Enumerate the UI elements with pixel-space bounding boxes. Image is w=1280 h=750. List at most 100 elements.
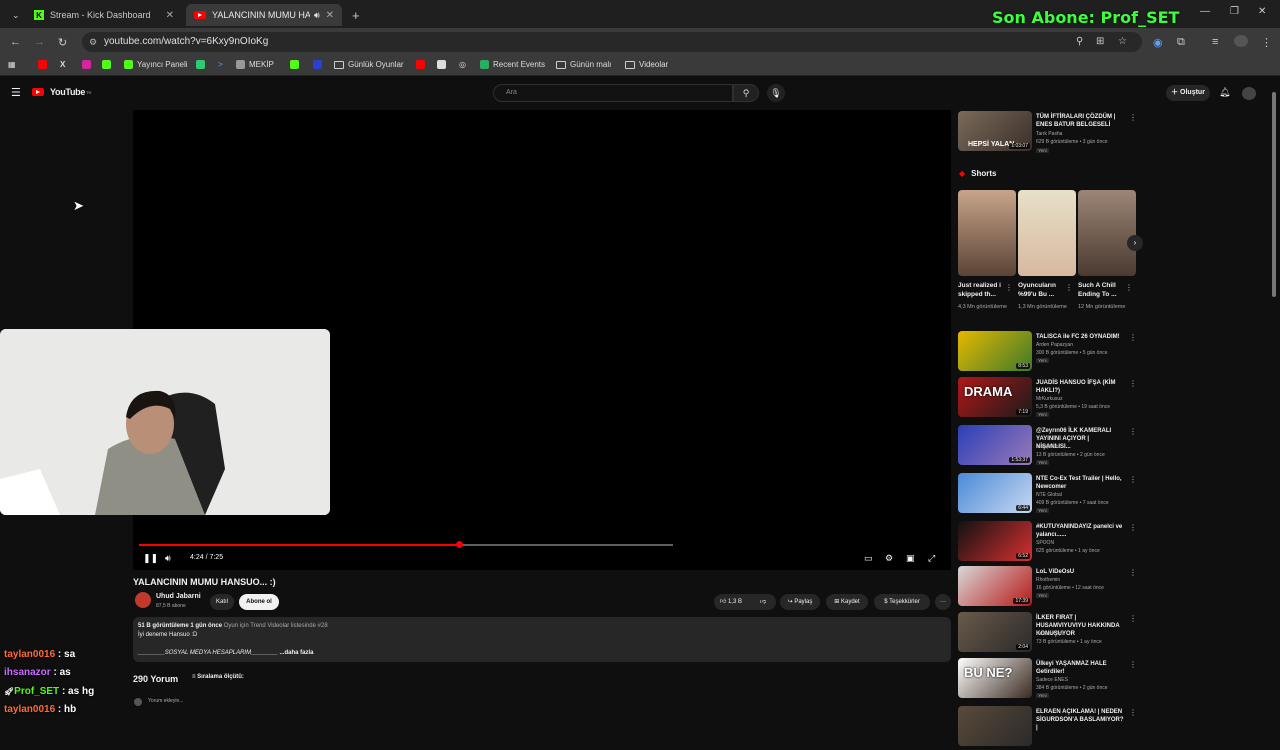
video-title[interactable]: JUADİS HANSUO İFŞA (KİM HAKLI?) — [1036, 379, 1124, 395]
channel-avatar[interactable] — [135, 592, 151, 608]
url-field[interactable]: ⚙ youtube.com/watch?v=6Kxy9nOIoKg ⚲ ⊞ ☆ — [82, 32, 1142, 52]
recommended-video[interactable]: 6:44 NTE Co-Ex Test Trailer | Hello, Newc… — [958, 473, 1137, 517]
more-vertical-icon[interactable]: ⋮ — [1129, 568, 1137, 577]
apps-grid-icon[interactable]: ▦ — [8, 60, 16, 69]
miniplayer-button[interactable]: ▣ — [906, 553, 915, 564]
recommended-video[interactable]: 6:52 #KUTUYANINDAYIZ panelci ve yalancı..… — [958, 521, 1137, 565]
more-vertical-icon[interactable]: ⋮ — [1129, 475, 1137, 484]
tab-youtube-video[interactable]: YALANCININ MUMU HANSU 🔊︎ ✕ — [186, 4, 342, 26]
zoom-icon[interactable]: ⚲ — [1076, 32, 1083, 52]
channel-name[interactable]: MrKurkusuz — [1036, 396, 1126, 403]
channel-name[interactable]: Husam Clips — [1036, 631, 1126, 638]
bookmark-kick[interactable] — [102, 60, 115, 69]
extensions-puzzle-icon[interactable]: ⧉ — [1177, 36, 1185, 49]
bookmark-star-icon[interactable]: ☆ — [1118, 32, 1127, 52]
page-scrollbar[interactable] — [1272, 92, 1276, 297]
short-title[interactable]: Just realized i skipped th... — [958, 281, 1010, 299]
bookmark-youtube-2[interactable] — [416, 60, 429, 69]
channel-name[interactable]: Rhothemin — [1036, 577, 1126, 584]
like-button[interactable]: 👍︎ 1,3 B 👎︎ — [714, 594, 776, 610]
thumbs-down-icon[interactable]: 👎︎ — [760, 594, 766, 610]
subscribe-button[interactable]: Abone ol — [239, 594, 279, 610]
channel-name[interactable]: MekipHub — [1036, 444, 1126, 451]
recommended-video[interactable]: 2:04 İLKER FIRAT | HUSAMVIYUVIYU HAKKINDA… — [958, 612, 1137, 656]
recommended-video[interactable]: ELRAEN AÇIKLAMA! | NEDEN SİGURDSON'A BAS… — [958, 706, 1137, 750]
recommended-video[interactable]: BU NE? Ülkeyi YAŞANMAZ HALE Getirdiler! Sa… — [958, 658, 1137, 702]
profile-avatar[interactable] — [1234, 35, 1248, 47]
short-thumbnail[interactable] — [1018, 190, 1076, 276]
channel-name[interactable]: Uhud Jabarni — [156, 593, 201, 600]
bookmark-gunun-mali[interactable]: Günün malı — [556, 60, 611, 69]
subtitles-button[interactable]: ▭ — [864, 553, 873, 564]
search-button[interactable]: ⚲ — [733, 84, 759, 102]
pause-button[interactable]: ❚❚ — [143, 553, 158, 564]
bookmark-x[interactable]: X — [60, 60, 65, 69]
create-button[interactable]: ＋ Oluştur — [1166, 85, 1210, 101]
minimize-icon[interactable]: — — [1200, 6, 1210, 17]
more-vertical-icon[interactable]: ⋮ — [1005, 283, 1013, 292]
more-vertical-icon[interactable]: ⋮ — [1129, 113, 1137, 122]
bookmark-blue[interactable] — [313, 60, 326, 69]
more-vertical-icon[interactable]: ⋮ — [1129, 614, 1137, 623]
install-app-icon[interactable]: ⊞ — [1096, 32, 1104, 52]
volume-button[interactable]: 🔊︎ — [165, 553, 171, 564]
tab-kick-dashboard[interactable]: K Stream - Kick Dashboard ✕ — [26, 4, 182, 26]
close-window-icon[interactable]: ✕ — [1258, 6, 1266, 17]
reload-icon[interactable]: ↻ — [58, 36, 67, 49]
video-title[interactable]: #KUTUYANINDAYIZ panelci ve yalancı...... — [1036, 523, 1124, 539]
video-title[interactable]: Ülkeyi YAŞANMAZ HALE Getirdiler! — [1036, 660, 1124, 676]
sort-comments-button[interactable]: ≡ Sıralama ölçütü: — [192, 674, 244, 680]
video-thumbnail[interactable] — [958, 706, 1032, 746]
more-actions-button[interactable]: ··· — [935, 594, 951, 610]
account-avatar[interactable] — [1242, 87, 1256, 100]
video-thumbnail[interactable]: HEPSİ YALAN 1:03:07 — [958, 111, 1032, 151]
more-vertical-icon[interactable]: ⋮ — [1129, 523, 1137, 532]
shorts-next-button[interactable]: › — [1127, 235, 1143, 251]
recommended-video[interactable]: 1:53:37 @Zeyrın06 İLK KAMERALI YAYININI A… — [958, 425, 1137, 469]
video-title[interactable]: TALISCA ile FC 26 OYNADIM! — [1036, 333, 1124, 341]
channel-name[interactable]: Tarık Pasha — [1036, 131, 1126, 138]
video-thumbnail[interactable]: 17:39 — [958, 566, 1032, 606]
video-thumbnail[interactable]: 6:44 — [958, 473, 1032, 513]
video-progress-bar[interactable] — [139, 541, 673, 548]
more-vertical-icon[interactable]: ⋮ — [1129, 427, 1137, 436]
video-description[interactable]: 51 B görüntüleme 1 gün önce Oyun için Tr… — [133, 617, 951, 662]
new-tab-button[interactable]: + — [344, 4, 362, 26]
video-title[interactable]: ELRAEN AÇIKLAMA! | NEDEN SİGURDSON'A BAS… — [1036, 708, 1124, 732]
recommended-video[interactable]: HEPSİ YALAN 1:03:07 TÜM İFTİRALARI ÇÖZDÜ… — [958, 111, 1137, 155]
add-comment-input[interactable]: Yorum ekleyin... — [148, 698, 183, 704]
fullscreen-button[interactable]: ⤢ — [928, 553, 935, 564]
more-vertical-icon[interactable]: ⋮ — [1129, 333, 1137, 342]
join-button[interactable]: Katıl — [210, 594, 234, 610]
speaker-icon[interactable]: 🔊︎ — [314, 10, 320, 21]
channel-name[interactable]: Sadece ENES — [1036, 677, 1126, 684]
menu-kebab-icon[interactable]: ⋮ — [1261, 36, 1272, 49]
description-trend[interactable]: Oyun için Trend Videolar listesinde #28 — [224, 623, 328, 629]
more-vertical-icon[interactable]: ⋮ — [1129, 660, 1137, 669]
recommended-video[interactable]: 17:39 LoL ViDeOsU Rhothemin 16 görüntüleme … — [958, 566, 1137, 610]
recommended-video[interactable]: DRAMA 7:19 JUADİS HANSUO İFŞA (KİM HAKLI?)… — [958, 377, 1137, 421]
hamburger-menu-icon[interactable]: ☰ — [11, 86, 21, 99]
short-title[interactable]: Oyuncuların %99'u Bu ... — [1018, 281, 1070, 299]
tab-search-dropdown[interactable]: ⌄ — [4, 4, 22, 26]
show-more-button[interactable]: ...daha fazla — [279, 650, 313, 656]
video-thumbnail[interactable]: BU NE? — [958, 658, 1032, 698]
save-button[interactable]: ⊞ Kaydet — [826, 594, 868, 610]
video-thumbnail[interactable]: 2:04 — [958, 612, 1032, 652]
bookmark-youtube[interactable] — [38, 60, 51, 69]
bookmark-gunluk-oyunlar[interactable]: Günlük Oyunlar — [334, 60, 404, 69]
reading-list-icon[interactable]: ≡ — [1212, 36, 1218, 48]
more-vertical-icon[interactable]: ⋮ — [1129, 379, 1137, 388]
video-thumbnail[interactable]: DRAMA 7:19 — [958, 377, 1032, 417]
bookmark-recent-events[interactable]: Recent Events — [480, 60, 545, 69]
voice-search-button[interactable]: 🎙︎ — [767, 84, 785, 102]
bookmark-instagram[interactable] — [82, 60, 95, 69]
short-thumbnail[interactable] — [958, 190, 1016, 276]
forward-icon[interactable]: → — [34, 36, 45, 48]
bookmark-kick-2[interactable] — [290, 60, 303, 69]
video-title[interactable]: NTE Co-Ex Test Trailer | Hello, Newcomer — [1036, 475, 1124, 491]
bookmark-mekip[interactable]: MEKİP — [236, 60, 274, 69]
youtube-logo[interactable]: YouTube TR — [32, 87, 91, 97]
restore-icon[interactable]: ❐ — [1230, 6, 1239, 17]
video-title[interactable]: TÜM İFTİRALARI ÇÖZDÜM | ENES BATUR BELGE… — [1036, 113, 1124, 129]
